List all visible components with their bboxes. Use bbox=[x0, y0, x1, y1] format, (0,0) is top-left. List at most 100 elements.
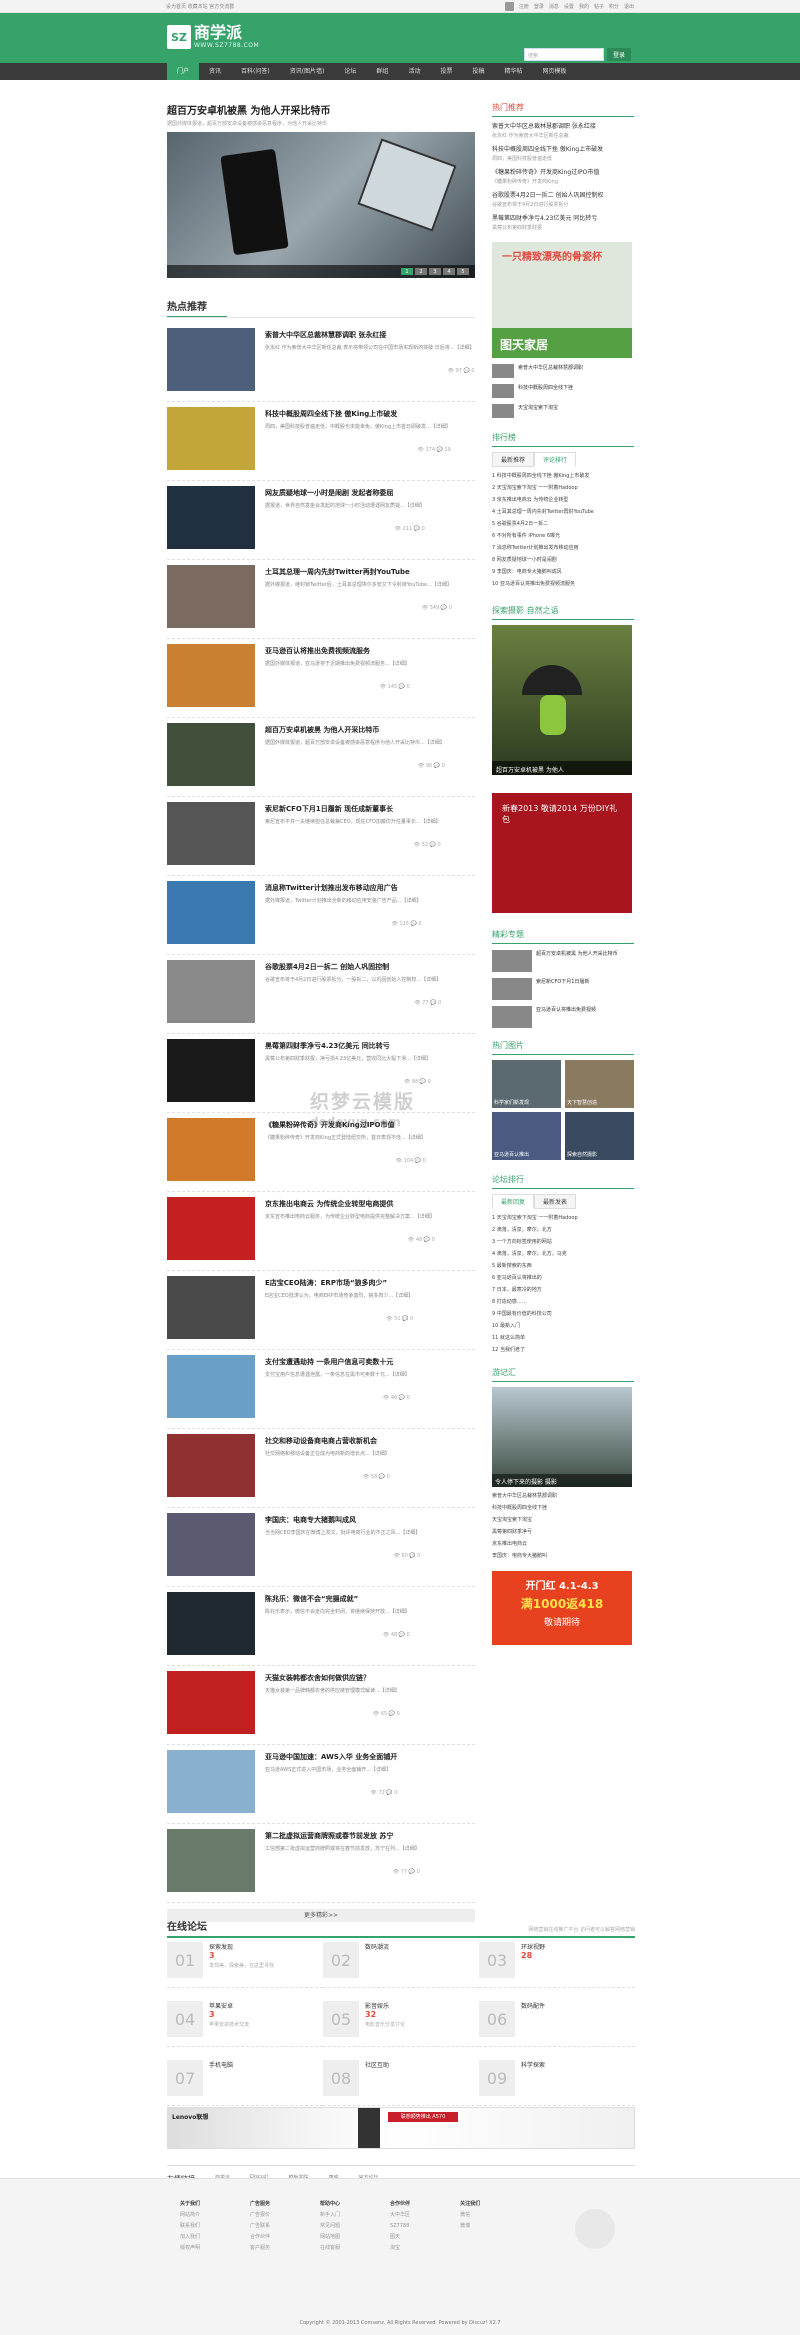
rank-item[interactable]: 7 消息称Twitter计划推出发布移动应用 bbox=[492, 544, 634, 551]
small-item[interactable]: 索普大中华区总裁林慧郡调职 bbox=[492, 364, 634, 378]
link-login[interactable]: 登录 bbox=[534, 3, 544, 10]
nav-item[interactable]: 活动 bbox=[398, 63, 430, 80]
footer-link[interactable]: 合作伙伴 bbox=[250, 2232, 270, 2243]
link-my[interactable]: 我的 bbox=[579, 3, 589, 10]
footer-link[interactable]: 广告联系 bbox=[250, 2221, 270, 2232]
hot-item[interactable]: 谷歌股票4月2日一拆二 创始人巩固控制权 bbox=[492, 192, 634, 200]
forum-name[interactable]: 环球视野 bbox=[521, 1942, 545, 1951]
article-item[interactable]: 天猫女装韩都衣舍如何做供应链？ 天猫女装第一品牌韩都衣舍的供应链管理模式解读...… bbox=[167, 1666, 475, 1745]
rank-item[interactable]: 6 不对所有事件 iPhone 6曝光 bbox=[492, 532, 634, 539]
forum-cell[interactable]: 06 数码配件 bbox=[479, 2001, 635, 2047]
article-title[interactable]: 天猫女装韩都衣舍如何做供应链？ bbox=[265, 1673, 400, 1683]
forum-cell[interactable]: 05 影音娱乐 32 电影音乐分享讨论 bbox=[323, 2001, 479, 2047]
tab-latest[interactable]: 最新推荐 bbox=[492, 452, 535, 467]
forum-rank-item[interactable]: 7 日本，最寒冷的地方 bbox=[492, 1286, 634, 1293]
travel-item[interactable]: 黑莓第四财季净亏 bbox=[492, 1528, 634, 1535]
tab-post[interactable]: 最新发表 bbox=[534, 1194, 577, 1209]
footer-link[interactable]: 在线客服 bbox=[320, 2243, 340, 2254]
travel-item[interactable]: 京东推出电商云 bbox=[492, 1540, 634, 1547]
login-button[interactable]: 登录 bbox=[607, 48, 631, 61]
pager-1[interactable]: 1 bbox=[401, 268, 413, 275]
rank-item[interactable]: 8 网友质疑地球一小时是闹剧 bbox=[492, 556, 634, 563]
rank-item[interactable]: 3 京东推出电商云 为传统企业转型 bbox=[492, 496, 634, 503]
forum-rank-item[interactable]: 12 当我们老了 bbox=[492, 1346, 634, 1353]
footer-link[interactable]: 微信 bbox=[460, 2210, 480, 2221]
article-thumb[interactable] bbox=[167, 407, 255, 470]
forum-cell[interactable]: 03 环球视野 28 bbox=[479, 1942, 635, 1988]
article-item[interactable]: 消息称Twitter计划推出发布移动应用广告 据外媒报道，Twitter计划推出全… bbox=[167, 876, 475, 955]
article-thumb[interactable] bbox=[167, 802, 255, 865]
article-item[interactable]: 支付宝遭遇劫持 一条用户信息可卖数十元 支付宝用户信息遭遇泄露，一条信息在黑市可卖… bbox=[167, 1350, 475, 1429]
article-thumb[interactable] bbox=[167, 1592, 255, 1655]
nav-item[interactable]: 资讯 bbox=[199, 63, 231, 80]
article-title[interactable]: 社交和移动设备商电商占营收新机会 bbox=[265, 1436, 390, 1446]
article-title[interactable]: 亚马逊中国加速：AWS入华 业务全面铺开 bbox=[265, 1752, 397, 1762]
nav-item[interactable]: 资讯(图片墙) bbox=[280, 63, 335, 80]
article-title[interactable]: 消息称Twitter计划推出发布移动应用广告 bbox=[265, 883, 422, 893]
pager-3[interactable]: 3 bbox=[429, 268, 441, 275]
article-thumb[interactable] bbox=[167, 1197, 255, 1260]
article-item[interactable]: 网友质疑地球一小时是闹剧 发起者称委屈 据报道，世界自然基金会发起的地球一小时活动… bbox=[167, 481, 475, 560]
article-title[interactable]: 黑莓第四财季净亏4.23亿美元 同比转亏 bbox=[265, 1041, 431, 1051]
forum-cell[interactable]: 09 科学探索 bbox=[479, 2060, 635, 2106]
article-thumb[interactable] bbox=[167, 1118, 255, 1181]
ad-newyear[interactable]: 新春2013 敬请2014 万份DIY礼包 bbox=[492, 793, 632, 913]
tab-reply[interactable]: 最新回复 bbox=[492, 1194, 535, 1209]
forum-cell[interactable]: 07 手机电脑 bbox=[167, 2060, 323, 2106]
forum-rank-item[interactable]: 4 滴落，清泉，摩尔，北方，马克 bbox=[492, 1250, 634, 1257]
article-item[interactable]: 京东推出电商云 为传统企业转型电商提供 京东宣布推出电商云服务，为传统企业转型电商… bbox=[167, 1192, 475, 1271]
article-thumb[interactable] bbox=[167, 1750, 255, 1813]
forum-cell[interactable]: 02 数码潮流 bbox=[323, 1942, 479, 1988]
footer-link[interactable]: SZ7788 bbox=[390, 2221, 410, 2232]
travel-item[interactable]: 李国庆：电商专大猪鹅叫 bbox=[492, 1552, 634, 1559]
article-title[interactable]: 陈兆乐：微信不会“完摄成就” bbox=[265, 1594, 410, 1604]
footer-link[interactable]: 广告报价 bbox=[250, 2210, 270, 2221]
article-title[interactable]: 第二批虚拟运营商牌照或春节前发放 苏宁 bbox=[265, 1831, 420, 1841]
footer-link[interactable]: 加入我们 bbox=[180, 2232, 200, 2243]
rank-item[interactable]: 9 李国庆：电商专大猪鹅叫成风 bbox=[492, 568, 634, 575]
article-thumb[interactable] bbox=[167, 1355, 255, 1418]
nav-item[interactable]: 论坛 bbox=[334, 63, 366, 80]
article-title[interactable]: 谷歌股票4月2日一拆二 创始人巩固控制 bbox=[265, 962, 441, 972]
nav-item[interactable]: 百科(问答) bbox=[231, 63, 280, 80]
article-item[interactable]: 社交和移动设备商电商占营收新机会 社交网络和移动设备正在成为电商新的增长点...【… bbox=[167, 1429, 475, 1508]
article-item[interactable]: 索普大中华区总裁林慧郡调职 张永红接 张永红 作为索普大中华区新任总裁 表示将带领… bbox=[167, 323, 475, 402]
article-title[interactable]: 亚马逊百认将推出免费视频流服务 bbox=[265, 646, 410, 656]
forum-rank-item[interactable]: 1 天宝淘宝索下淘宝 一一附着Hadoop bbox=[492, 1214, 634, 1221]
footer-link[interactable]: 大中华区 bbox=[390, 2210, 410, 2221]
article-item[interactable]: 陈兆乐：微信不会“完摄成就” 陈兆乐表示，微信不会走向完全封闭，将继续保持开放..… bbox=[167, 1587, 475, 1666]
article-item[interactable]: 亚马逊中国加速：AWS入华 业务全面铺开 亚马逊AWS正式进入中国市场，业务全面铺… bbox=[167, 1745, 475, 1824]
article-item[interactable]: 亚马逊百认将推出免费视频流服务 据国外媒体报道，亚马逊将于近期推出免费视频流服务.… bbox=[167, 639, 475, 718]
nav-item[interactable]: 投稿 bbox=[462, 63, 494, 80]
article-title[interactable]: 科技中概股周四全线下挫 傲King上市破发 bbox=[265, 409, 451, 419]
article-thumb[interactable] bbox=[167, 1513, 255, 1576]
footer-link[interactable]: 联系我们 bbox=[180, 2221, 200, 2232]
forum-cell[interactable]: 04 苹果安卓 3 苹果安卓技术交流 bbox=[167, 2001, 323, 2047]
pager-2[interactable]: 2 bbox=[415, 268, 427, 275]
article-thumb[interactable] bbox=[167, 565, 255, 628]
pager-5[interactable]: 5 bbox=[457, 268, 469, 275]
nav-item[interactable]: 投票 bbox=[430, 63, 462, 80]
ad-banner[interactable]: Lenovo联想 联想顺势推出 A570 bbox=[167, 2107, 635, 2149]
forum-rank-item[interactable]: 10 最新入门 bbox=[492, 1322, 634, 1329]
article-thumb[interactable] bbox=[167, 1039, 255, 1102]
article-thumb[interactable] bbox=[167, 1671, 255, 1734]
travel-item[interactable]: 天宝淘宝索下淘宝 bbox=[492, 1516, 634, 1523]
forum-rank-item[interactable]: 11 就这么简单 bbox=[492, 1334, 634, 1341]
article-item[interactable]: E店宝CEO陆涛：ERP市场“狼多肉少” E店宝CEO陆涛认为，电商ERP市场竞争… bbox=[167, 1271, 475, 1350]
travel-image[interactable]: 令人停下来的摄影 摄影 bbox=[492, 1387, 632, 1487]
article-title[interactable]: 网友质疑地球一小时是闹剧 发起者称委屈 bbox=[265, 488, 425, 498]
link-msg[interactable]: 消息 bbox=[549, 3, 559, 10]
article-item[interactable]: 土耳其总理一周内先封Twitter再封YouTube 据外媒报道，继封锁Twitt… bbox=[167, 560, 475, 639]
forum-cell[interactable]: 08 社区互助 bbox=[323, 2060, 479, 2106]
article-thumb[interactable] bbox=[167, 881, 255, 944]
search-input[interactable]: 搜索 bbox=[524, 48, 604, 61]
article-thumb[interactable] bbox=[167, 723, 255, 786]
hero-title[interactable]: 超百万安卓机被黑 为他人开采比特币 bbox=[167, 102, 475, 117]
article-thumb[interactable] bbox=[167, 1276, 255, 1339]
link-credit[interactable]: 积分 bbox=[609, 3, 619, 10]
article-item[interactable]: 索尼新CFO下月1日履新 现任成新董事长 索尼宣布平井一夫继续担任总裁兼CEO，现… bbox=[167, 797, 475, 876]
link-reg[interactable]: 注册 bbox=[519, 3, 529, 10]
forum-name[interactable]: 苹果安卓 bbox=[209, 2001, 249, 2010]
avatar[interactable] bbox=[504, 1, 514, 11]
